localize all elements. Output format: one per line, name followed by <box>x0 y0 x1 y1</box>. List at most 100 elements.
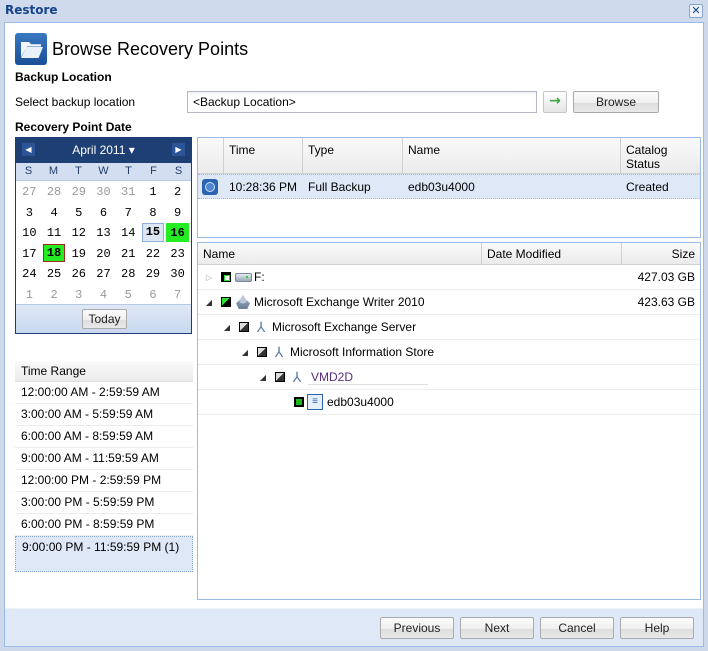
month-picker[interactable]: April 2011 ▾ <box>16 143 191 157</box>
weekday-label: S <box>24 165 33 177</box>
column-header-type[interactable]: Type <box>303 138 403 173</box>
calendar-day[interactable]: 25 <box>43 264 66 283</box>
tree-row-exchange-writer[interactable]: ◢ Microsoft Exchange Writer 2010 423.63 … <box>198 290 700 315</box>
calendar-day[interactable]: 10 <box>18 223 41 242</box>
backup-location-input[interactable] <box>187 91 537 113</box>
expand-icon[interactable]: ▷ <box>204 273 214 282</box>
recovery-point-row[interactable]: 10:28:36 PM Full Backup edb03u4000 Creat… <box>198 174 700 199</box>
tree-row-vmd2d[interactable]: ◢ ⅄ VMD2D <box>198 365 700 390</box>
checkbox[interactable] <box>221 272 231 282</box>
tree-row-information-store[interactable]: ◢ ⅄ Microsoft Information Store <box>198 340 700 365</box>
calendar-day[interactable]: 13 <box>92 223 115 242</box>
time-range-item[interactable]: 9:00:00 AM - 11:59:59 AM <box>15 448 193 470</box>
calendar-day[interactable]: 5 <box>117 285 140 304</box>
calendar-day[interactable]: 31 <box>117 182 140 201</box>
calendar-day[interactable]: 1 <box>142 182 165 201</box>
recovery-point-name: edb03u4000 <box>408 179 475 194</box>
calendar-day[interactable]: 16 <box>166 223 189 242</box>
calendar-day[interactable]: 27 <box>92 264 115 283</box>
calendar-day[interactable]: 20 <box>92 244 115 263</box>
time-range-item[interactable]: 6:00:00 AM - 8:59:59 AM <box>15 426 193 448</box>
column-header-name[interactable]: Name <box>198 243 482 264</box>
page-title: Browse Recovery Points <box>52 38 249 59</box>
checkbox[interactable] <box>275 372 285 382</box>
calendar-day[interactable]: 3 <box>18 203 41 222</box>
calendar-day[interactable]: 29 <box>67 182 90 201</box>
collapse-icon[interactable]: ◢ <box>222 323 232 332</box>
time-range-item[interactable]: 9:00:00 PM - 11:59:59 PM (1) <box>15 536 193 572</box>
browse-button[interactable]: Browse <box>573 91 659 113</box>
tree-row-drive-f[interactable]: ▷ F: 427.03 GB <box>198 265 700 290</box>
time-range-item[interactable]: 12:00:00 AM - 2:59:59 AM <box>15 382 193 404</box>
calendar-day[interactable]: 28 <box>117 264 140 283</box>
calendar-day[interactable]: 9 <box>166 203 189 222</box>
checkbox[interactable] <box>221 297 231 307</box>
calendar-day[interactable]: 8 <box>142 203 165 222</box>
calendar-day[interactable]: 4 <box>92 285 115 304</box>
calendar-day[interactable]: 24 <box>18 264 41 283</box>
page-header: Browse Recovery Points <box>15 33 248 65</box>
calendar-day[interactable]: 7 <box>166 285 189 304</box>
time-range-item[interactable]: 3:00:00 PM - 5:59:59 PM <box>15 492 193 514</box>
checkbox[interactable] <box>257 347 267 357</box>
calendar-day[interactable]: 12 <box>67 223 90 242</box>
component-icon: ⅄ <box>256 319 266 335</box>
time-range-header: Time Range <box>15 361 193 382</box>
calendar-day[interactable]: 23 <box>166 244 189 263</box>
column-header-size[interactable]: Size <box>622 243 700 264</box>
calendar-day[interactable]: 3 <box>67 285 90 304</box>
calendar-day[interactable]: 4 <box>43 203 66 222</box>
column-header-catalog-status[interactable]: Catalog Status <box>621 138 700 173</box>
calendar-day[interactable]: 7 <box>117 203 140 222</box>
cancel-button[interactable]: Cancel <box>540 617 614 639</box>
tree-row-exchange-server[interactable]: ◢ ⅄ Microsoft Exchange Server <box>198 315 700 340</box>
time-range-item[interactable]: 3:00:00 AM - 5:59:59 AM <box>15 404 193 426</box>
calendar-day[interactable]: 5 <box>67 203 90 222</box>
checkbox[interactable] <box>239 322 249 332</box>
collapse-icon[interactable]: ◢ <box>204 298 214 307</box>
calendar-day[interactable]: 26 <box>67 264 90 283</box>
calendar-day[interactable]: 18 <box>42 243 66 262</box>
next-button[interactable]: Next <box>460 617 534 639</box>
calendar-day[interactable]: 1 <box>18 285 41 304</box>
calendar-day[interactable]: 27 <box>18 182 41 201</box>
weekday-label: F <box>150 165 157 177</box>
file-tree-header: Name Date Modified Size <box>198 243 700 265</box>
time-range-item[interactable]: 6:00:00 PM - 8:59:59 PM <box>15 514 193 536</box>
help-button[interactable]: Help <box>620 617 694 639</box>
calendar-day[interactable]: 14 <box>117 223 140 242</box>
tree-item-name: VMD2D <box>308 370 428 385</box>
collapse-icon[interactable]: ◢ <box>240 348 250 357</box>
weekday-label: T <box>75 165 82 177</box>
checkbox[interactable] <box>294 397 304 407</box>
calendar-day[interactable]: 6 <box>142 285 165 304</box>
calendar-day[interactable]: 30 <box>166 264 189 283</box>
calendar-day[interactable]: 6 <box>92 203 115 222</box>
calendar-day[interactable]: 21 <box>117 244 140 263</box>
next-month-icon[interactable]: ▶ <box>172 143 185 156</box>
calendar-day[interactable]: 2 <box>166 182 189 201</box>
calendar-day[interactable]: 28 <box>43 182 66 201</box>
today-button[interactable]: Today <box>82 309 127 329</box>
go-arrow-button[interactable]: → <box>543 91 567 113</box>
calendar-day[interactable]: 29 <box>142 264 165 283</box>
column-header-date-modified[interactable]: Date Modified <box>482 243 622 264</box>
column-header-name[interactable]: Name <box>403 138 621 173</box>
calendar-day[interactable]: 15 <box>141 223 165 242</box>
calendar-header: ◀ April 2011 ▾ ▶ <box>16 138 191 163</box>
tree-row-database[interactable]: ≡ edb03u4000 <box>198 390 700 415</box>
calendar-day[interactable]: 11 <box>43 223 66 242</box>
calendar-day[interactable]: 22 <box>142 244 165 263</box>
time-range-item[interactable]: 12:00:00 PM - 2:59:59 PM <box>15 470 193 492</box>
close-icon[interactable]: ✕ <box>689 4 703 18</box>
column-header-time[interactable]: Time <box>224 138 303 173</box>
column-header-icon <box>198 138 224 173</box>
previous-button[interactable]: Previous <box>380 617 454 639</box>
calendar-day[interactable]: 2 <box>43 285 66 304</box>
tree-item-name: Microsoft Information Store <box>290 345 435 359</box>
calendar-day[interactable]: 17 <box>18 244 41 263</box>
collapse-icon[interactable]: ◢ <box>258 373 268 382</box>
calendar-day[interactable]: 30 <box>92 182 115 201</box>
calendar-day[interactable]: 19 <box>67 244 90 263</box>
backup-location-heading: Backup Location <box>15 70 112 84</box>
